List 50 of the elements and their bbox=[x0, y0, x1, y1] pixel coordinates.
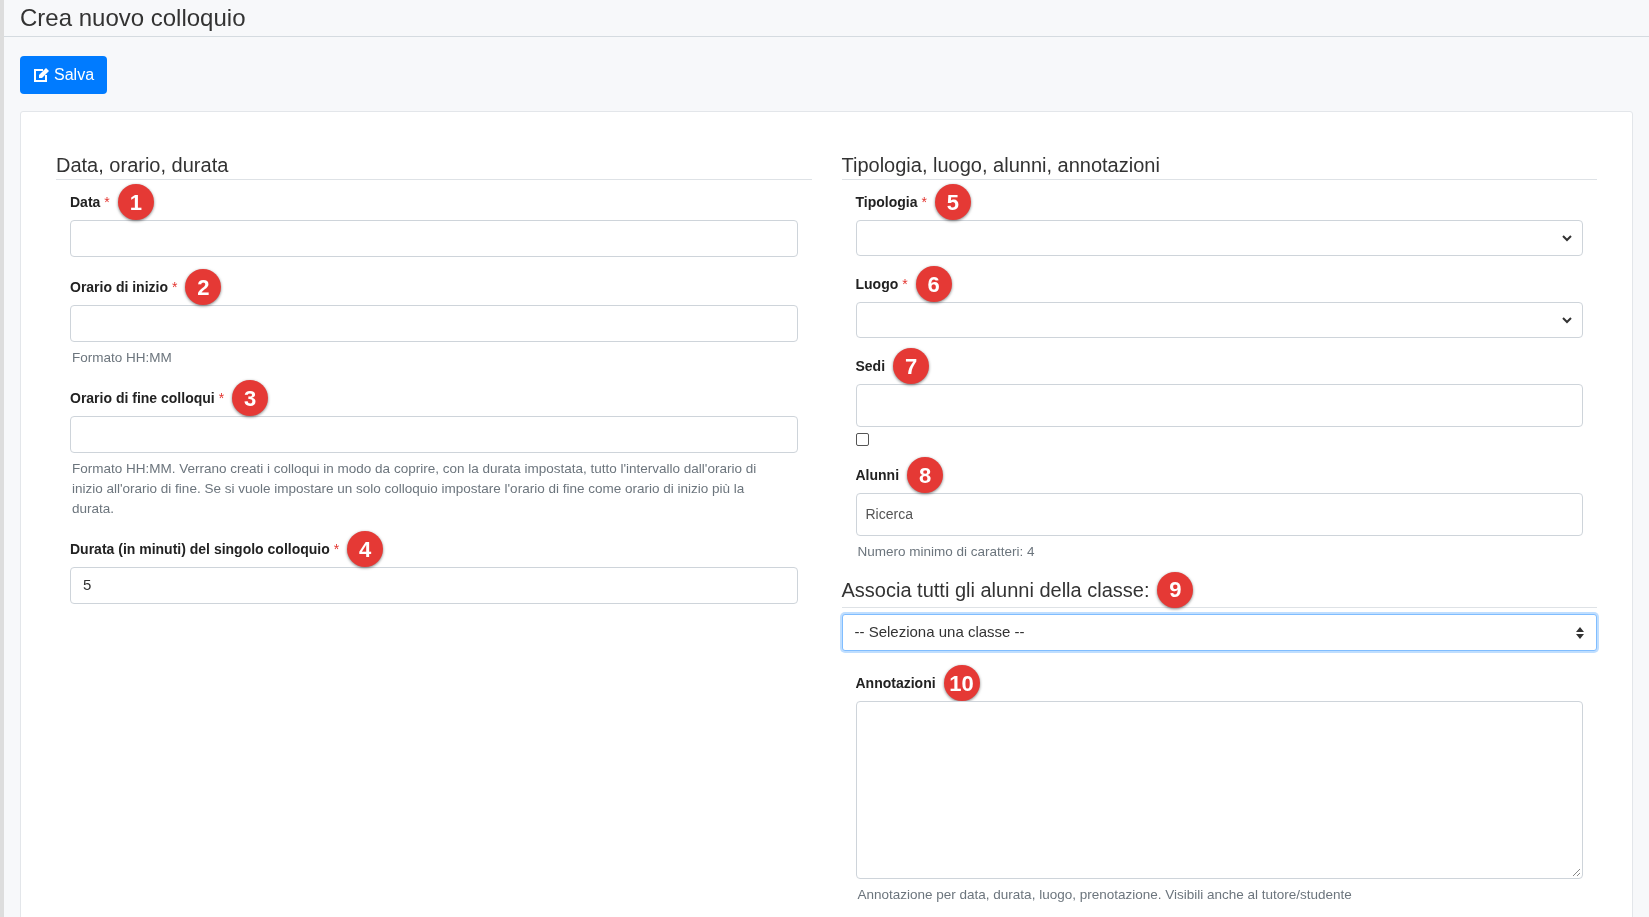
help-text: Formato HH:MM. Verrano creati i colloqui in modo da coprire, con la durata impostata, tutto l'intervallo dall'orario di inizio all'orario di fine. Se si vuole impostare un solo colloquio impostare l'orario di fine come orario di inizio più la durata. bbox=[72, 460, 758, 518]
sort-arrows-icon bbox=[1576, 626, 1584, 639]
text-input-field[interactable] bbox=[70, 220, 798, 257]
field-label: Luogo bbox=[855, 274, 899, 294]
text-input-field[interactable]: 5 bbox=[70, 567, 798, 604]
resize-handle-icon bbox=[1572, 868, 1580, 876]
required-asterisk: * bbox=[921, 192, 927, 212]
number-badge: 6 bbox=[915, 266, 952, 302]
number-badge: 9 bbox=[1157, 571, 1194, 608]
field-label: Tipologia bbox=[855, 192, 918, 212]
number-badge: 1 bbox=[117, 184, 154, 220]
select-field[interactable] bbox=[855, 220, 1583, 256]
field-label: Alunni bbox=[855, 465, 900, 485]
number-badge: 5 bbox=[934, 184, 971, 220]
field-label: Orario di fine colloqui bbox=[70, 388, 215, 408]
section-heading: Associa tutti gli alunni della classe: bbox=[841, 577, 1150, 603]
number-badge: 7 bbox=[893, 348, 930, 384]
required-asterisk: * bbox=[333, 539, 340, 559]
number-badge: 8 bbox=[907, 457, 944, 493]
number-badge: 4 bbox=[347, 531, 384, 567]
field-label: Data bbox=[70, 192, 101, 212]
edit-icon bbox=[33, 67, 49, 83]
help-text: Formato HH:MM bbox=[72, 349, 173, 367]
required-asterisk: * bbox=[172, 277, 178, 297]
search-field[interactable] bbox=[855, 384, 1583, 427]
text-input-field[interactable] bbox=[70, 305, 798, 342]
required-asterisk: * bbox=[218, 388, 225, 408]
help-text: Annotazione per data, durata, luogo, prenotazione. Visibili anche al tutore/studente bbox=[857, 886, 1353, 904]
save-button[interactable]: Salva bbox=[20, 56, 108, 94]
text-input-field[interactable] bbox=[70, 416, 798, 453]
chevron-down-icon bbox=[1562, 234, 1572, 242]
class-select[interactable]: -- Seleziona una classe -- bbox=[841, 614, 1597, 651]
help-text: Numero minimo di caratteri: 4 bbox=[857, 543, 1036, 561]
field-label: Durata (in minuti) del singolo colloquio bbox=[70, 539, 330, 559]
chevron-down-icon bbox=[1562, 316, 1572, 324]
required-asterisk: * bbox=[104, 192, 110, 212]
section-heading: Data, orario, durata bbox=[56, 152, 229, 178]
page-title: Crea nuovo colloquio bbox=[20, 3, 246, 33]
number-badge: 10 bbox=[943, 665, 980, 701]
number-badge: 3 bbox=[232, 380, 269, 416]
field-label: Annotazioni bbox=[855, 673, 936, 693]
field-label: Sedi bbox=[855, 356, 886, 376]
number-badge: 2 bbox=[185, 269, 222, 305]
textarea-field[interactable] bbox=[855, 701, 1583, 879]
select-field[interactable] bbox=[855, 302, 1583, 338]
required-asterisk: * bbox=[902, 274, 908, 294]
field-label: Orario di inizio bbox=[70, 277, 168, 297]
search-field[interactable]: Ricerca bbox=[855, 493, 1583, 536]
checkbox[interactable] bbox=[855, 432, 869, 446]
section-heading: Tipologia, luogo, alunni, annotazioni bbox=[841, 152, 1160, 178]
